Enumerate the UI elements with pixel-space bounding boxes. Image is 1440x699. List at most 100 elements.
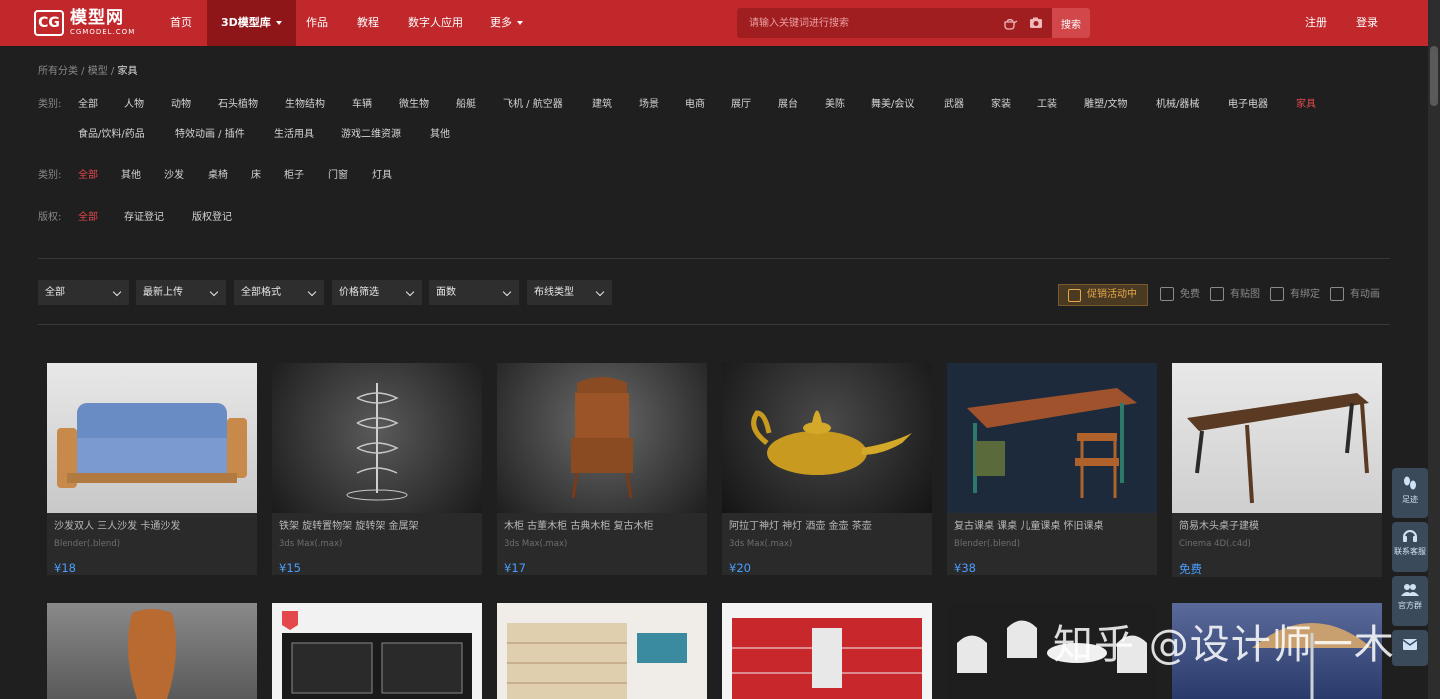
model-card[interactable]	[722, 603, 932, 699]
feedback-button[interactable]	[1392, 630, 1428, 666]
category-option[interactable]: 食品/饮料/药品	[78, 125, 145, 140]
category-option[interactable]: 展台	[778, 95, 798, 110]
nav-home[interactable]: 首页	[170, 0, 192, 46]
category-option[interactable]: 武器	[944, 95, 964, 110]
promo-toggle[interactable]: 促销活动中	[1058, 284, 1148, 306]
category-option[interactable]: 机械/器械	[1156, 95, 1199, 110]
model-thumbnail[interactable]	[947, 363, 1157, 513]
subcategory-option[interactable]: 床	[251, 166, 261, 181]
model-thumbnail[interactable]	[47, 603, 257, 699]
model-title[interactable]: 沙发双人 三人沙发 卡通沙发	[47, 513, 257, 533]
category-option[interactable]: 石头植物	[218, 95, 258, 110]
model-card[interactable]: 木柜 古董木柜 古典木柜 复古木柜 3ds Max(.max) ¥17	[497, 363, 707, 575]
dropdown-sort[interactable]: 最新上传	[136, 280, 226, 305]
dropdown-scope[interactable]: 全部	[38, 280, 129, 305]
customer-service-button[interactable]: 联系客服	[1392, 522, 1428, 572]
site-logo[interactable]: CG 模型网 CGMODEL.COM	[34, 9, 135, 37]
copyright-option[interactable]: 存证登记	[124, 208, 164, 223]
model-card[interactable]: 阿拉丁神灯 神灯 酒壶 金壶 茶壶 3ds Max(.max) ¥20	[722, 363, 932, 575]
category-option[interactable]: 展厅	[731, 95, 751, 110]
category-option[interactable]: 船艇	[456, 95, 476, 110]
model-card[interactable]: 铁架 旋转置物架 旋转架 金属架 3ds Max(.max) ¥15	[272, 363, 482, 575]
breadcrumb-mid[interactable]: 模型	[88, 66, 108, 77]
search-input[interactable]	[737, 9, 997, 37]
model-thumbnail[interactable]	[722, 363, 932, 513]
category-option[interactable]: 生物结构	[285, 95, 325, 110]
model-title[interactable]: 阿拉丁神灯 神灯 酒壶 金壶 茶壶	[722, 513, 932, 533]
category-option[interactable]: 生活用具	[274, 125, 314, 140]
dropdown-label: 全部格式	[241, 287, 281, 298]
category-option[interactable]: 特效动画 / 插件	[175, 125, 245, 140]
model-title[interactable]: 简易木头桌子建模	[1172, 513, 1382, 533]
scrollbar-thumb[interactable]	[1430, 46, 1438, 106]
model-card[interactable]	[497, 603, 707, 699]
login-link[interactable]: 登录	[1356, 0, 1378, 46]
category-option[interactable]: 其他	[430, 125, 450, 140]
nav-more[interactable]: 更多	[490, 0, 523, 46]
chevron-down-icon	[209, 287, 219, 297]
model-thumbnail[interactable]	[272, 603, 482, 699]
model-card[interactable]	[47, 603, 257, 699]
category-option[interactable]: 飞机 / 航空器	[503, 95, 563, 110]
category-option[interactable]: 人物	[124, 95, 144, 110]
nav-3d-model-library[interactable]: 3D模型库	[207, 0, 296, 46]
textured-checkbox[interactable]: 有贴图	[1210, 287, 1260, 302]
register-link[interactable]: 注册	[1305, 0, 1327, 46]
footprint-button[interactable]: 足迹	[1392, 468, 1428, 518]
nav-works[interactable]: 作品	[306, 0, 328, 46]
category-option[interactable]: 家装	[991, 95, 1011, 110]
nav-digital-human[interactable]: 数字人应用	[408, 0, 463, 46]
subcategory-option-selected[interactable]: 全部	[78, 166, 98, 181]
nav-tutorials[interactable]: 教程	[357, 0, 379, 46]
subcategory-option[interactable]: 沙发	[164, 166, 184, 181]
subcategory-option[interactable]: 其他	[121, 166, 141, 181]
animated-checkbox[interactable]: 有动画	[1330, 287, 1380, 302]
subcategory-option[interactable]: 柜子	[284, 166, 304, 181]
category-option[interactable]: 动物	[171, 95, 191, 110]
search-button[interactable]: 搜索	[1052, 8, 1090, 38]
category-option[interactable]: 舞美/会议	[871, 95, 914, 110]
subcategory-option[interactable]: 门窗	[328, 166, 348, 181]
model-card[interactable]	[272, 603, 482, 699]
subcategory-option[interactable]: 灯具	[372, 166, 392, 181]
model-thumbnail[interactable]	[497, 363, 707, 513]
model-title[interactable]: 复古课桌 课桌 儿童课桌 怀旧课桌	[947, 513, 1157, 533]
model-card[interactable]: 沙发双人 三人沙发 卡通沙发 Blender(.blend) ¥18	[47, 363, 257, 575]
dropdown-topology[interactable]: 布线类型	[527, 280, 612, 305]
dropdown-label: 价格筛选	[339, 287, 379, 298]
dropdown-faces[interactable]: 面数	[429, 280, 519, 305]
model-thumbnail[interactable]	[272, 363, 482, 513]
model-title[interactable]: 木柜 古董木柜 古典木柜 复古木柜	[497, 513, 707, 533]
category-option[interactable]: 建筑	[592, 95, 612, 110]
free-checkbox[interactable]: 免费	[1160, 287, 1200, 302]
category-option[interactable]: 雕塑/文物	[1084, 95, 1127, 110]
copyright-option-selected[interactable]: 全部	[78, 208, 98, 223]
category-option[interactable]: 微生物	[399, 95, 429, 110]
camera-icon[interactable]	[1028, 15, 1044, 31]
category-option[interactable]: 电商	[685, 95, 705, 110]
dropdown-format[interactable]: 全部格式	[234, 280, 324, 305]
category-option[interactable]: 车辆	[352, 95, 372, 110]
model-card[interactable]: 复古课桌 课桌 儿童课桌 怀旧课桌 Blender(.blend) ¥38	[947, 363, 1157, 575]
official-group-button[interactable]: 官方群	[1392, 576, 1428, 626]
teapot-icon[interactable]	[1002, 15, 1018, 31]
subcategory-option[interactable]: 桌椅	[208, 166, 228, 181]
category-option[interactable]: 美陈	[825, 95, 845, 110]
category-option-selected[interactable]: 家具	[1296, 95, 1316, 110]
model-thumbnail[interactable]	[47, 363, 257, 513]
model-thumbnail[interactable]	[1172, 363, 1382, 513]
breadcrumb-root[interactable]: 所有分类	[38, 66, 78, 77]
model-title[interactable]: 铁架 旋转置物架 旋转架 金属架	[272, 513, 482, 533]
category-option[interactable]: 电子电器	[1228, 95, 1268, 110]
model-thumbnail[interactable]	[722, 603, 932, 699]
category-option[interactable]: 工装	[1037, 95, 1057, 110]
model-card[interactable]: 简易木头桌子建模 Cinema 4D(.c4d) 免费	[1172, 363, 1382, 577]
copyright-option[interactable]: 版权登记	[192, 208, 232, 223]
dropdown-price[interactable]: 价格筛选	[332, 280, 422, 305]
page-scrollbar[interactable]	[1428, 0, 1440, 699]
category-option[interactable]: 全部	[78, 95, 98, 110]
category-option[interactable]: 游戏二维资源	[341, 125, 401, 140]
category-option[interactable]: 场景	[639, 95, 659, 110]
model-thumbnail[interactable]	[497, 603, 707, 699]
rigged-checkbox[interactable]: 有绑定	[1270, 287, 1320, 302]
